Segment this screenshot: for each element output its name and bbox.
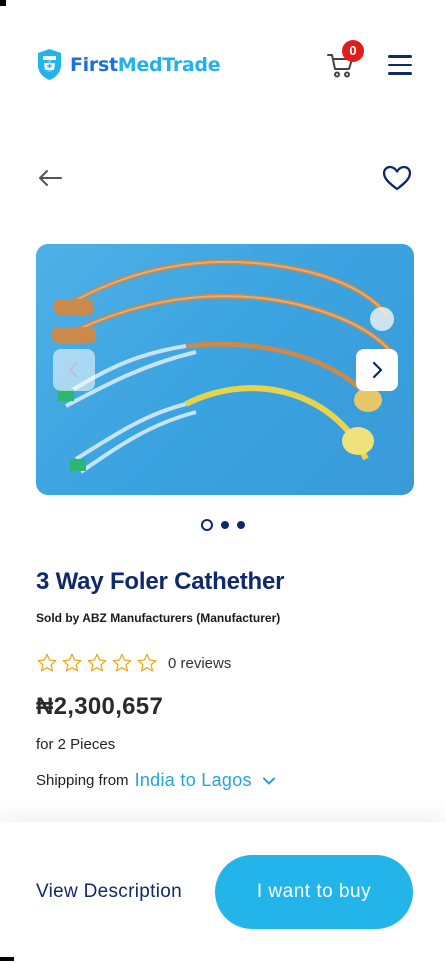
corner-mark bbox=[0, 957, 14, 961]
carousel-prev-button[interactable] bbox=[53, 349, 95, 391]
chevron-down-icon[interactable] bbox=[262, 774, 276, 788]
rating-stars bbox=[36, 652, 158, 674]
price-quantity: for 2 Pieces bbox=[36, 736, 116, 753]
seller-info[interactable]: Sold by ABZ Manufacturers (Manufacturer) bbox=[36, 611, 280, 625]
carousel-next-button[interactable] bbox=[356, 349, 398, 391]
carousel-dot-1[interactable] bbox=[201, 519, 213, 531]
bottom-action-bar: View Description I want to buy bbox=[0, 822, 446, 963]
logo-text: FirstMedTrade bbox=[70, 53, 221, 76]
hamburger-menu-icon[interactable] bbox=[388, 55, 412, 77]
carousel-dot-2[interactable] bbox=[221, 521, 229, 529]
back-arrow-icon[interactable] bbox=[36, 164, 64, 192]
shipping-info: Shipping from India to Lagos bbox=[36, 770, 276, 791]
shipping-label: Shipping from bbox=[36, 772, 129, 789]
logo-text-first: First bbox=[70, 53, 118, 76]
shipping-route-selector[interactable]: India to Lagos bbox=[135, 770, 252, 791]
heart-icon[interactable] bbox=[381, 162, 413, 194]
cart-count-badge: 0 bbox=[342, 40, 364, 62]
chevron-right-icon bbox=[372, 361, 383, 379]
buy-button[interactable]: I want to buy bbox=[215, 855, 413, 929]
carousel-pagination bbox=[201, 519, 245, 531]
logo-shield-icon bbox=[38, 49, 61, 80]
logo-text-medtrade: MedTrade bbox=[117, 53, 221, 76]
carousel-dot-3[interactable] bbox=[237, 521, 245, 529]
star-icon bbox=[37, 653, 57, 672]
view-description-link[interactable]: View Description bbox=[36, 881, 182, 903]
chevron-left-icon bbox=[69, 362, 78, 378]
star-icon bbox=[87, 653, 107, 672]
star-icon bbox=[137, 653, 157, 672]
logo[interactable]: FirstMedTrade bbox=[36, 48, 221, 81]
star-icon bbox=[112, 653, 132, 672]
product-title: 3 Way Foler Cathether bbox=[36, 568, 285, 595]
corner-mark bbox=[0, 0, 6, 6]
product-price: ₦2,300,657 bbox=[36, 693, 164, 720]
star-icon bbox=[62, 653, 82, 672]
header: FirstMedTrade 0 bbox=[0, 40, 446, 94]
product-image-carousel[interactable] bbox=[36, 244, 414, 495]
reviews-count[interactable]: 0 reviews bbox=[168, 655, 231, 672]
